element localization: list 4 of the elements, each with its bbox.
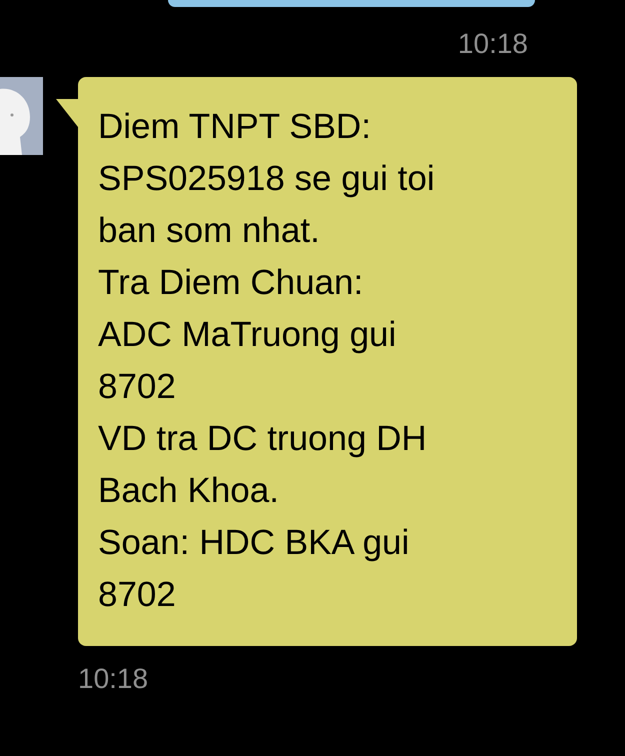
avatar-icon [0,77,43,155]
message-time: 10:18 [458,27,528,61]
message-text: Diem TNPT SBD: SPS025918 se gui toi ban som nhat. Tra Diem Chuan: ADC MaTruong gui 8702 VD tra DC truong DH Bach Khoa. Soan: HDC BKA gui 8702 [98,106,436,616]
message-time: 10:18 [78,662,150,696]
